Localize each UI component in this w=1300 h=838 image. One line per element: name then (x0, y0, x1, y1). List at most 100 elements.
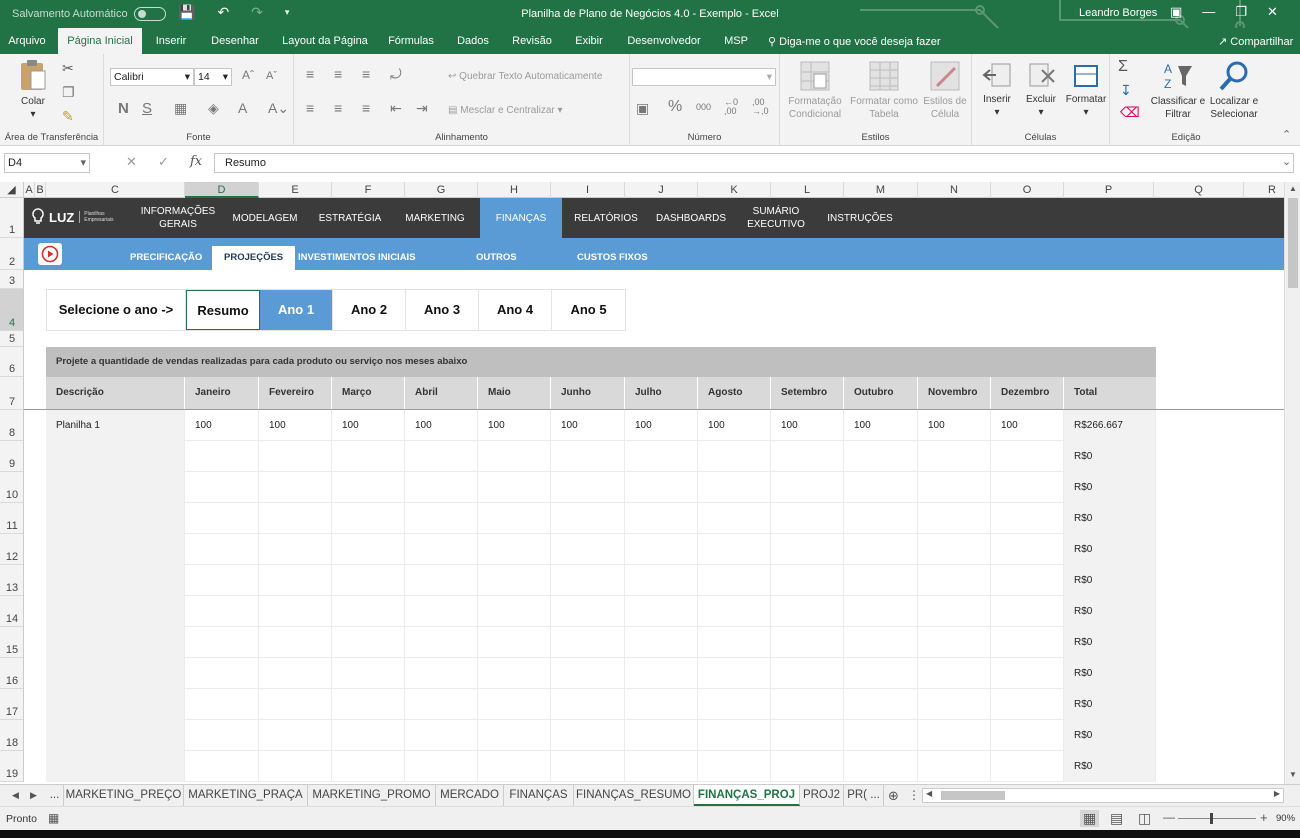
month-value-cell[interactable] (625, 751, 698, 782)
month-value-cell[interactable] (259, 596, 332, 627)
month-value-cell[interactable] (185, 658, 259, 689)
month-value-cell[interactable] (551, 472, 625, 503)
description-cell[interactable] (46, 441, 185, 472)
zoom-in-icon[interactable]: + (1260, 810, 1268, 825)
month-value-cell[interactable]: 100 (991, 410, 1064, 441)
month-value-cell[interactable]: 100 (551, 410, 625, 441)
bold-button[interactable]: N (118, 100, 129, 117)
month-value-cell[interactable] (185, 503, 259, 534)
month-value-cell[interactable] (771, 689, 844, 720)
month-value-cell[interactable] (698, 596, 771, 627)
month-value-cell[interactable]: 100 (625, 410, 698, 441)
column-header[interactable]: R (1244, 182, 1284, 198)
decrease-font-icon[interactable]: Aˇ (266, 70, 277, 82)
format-as-table-button[interactable]: Formatar como Tabela (848, 60, 920, 121)
month-value-cell[interactable] (844, 627, 918, 658)
zoom-slider[interactable] (1178, 813, 1256, 824)
month-value-cell[interactable] (478, 503, 551, 534)
month-value-cell[interactable] (332, 689, 405, 720)
align-bottom-icon[interactable]: ≡ (362, 66, 370, 82)
description-cell[interactable] (46, 689, 185, 720)
decrease-decimal-icon[interactable]: ,00 →,0 (752, 98, 769, 116)
month-value-cell[interactable] (771, 596, 844, 627)
cancel-icon[interactable]: ✕ (126, 154, 137, 170)
column-header-selected[interactable]: D (185, 182, 259, 198)
month-value-cell[interactable] (771, 441, 844, 472)
subnav-precificacao[interactable]: PRECIFICAÇÃO (130, 252, 202, 263)
paste-button[interactable]: Colar ▾ (10, 58, 56, 121)
percent-button[interactable]: % (668, 98, 682, 116)
row-header[interactable]: 5 (0, 331, 23, 347)
month-value-cell[interactable] (259, 503, 332, 534)
tab-splitter-icon[interactable]: ⋮ (908, 785, 920, 806)
month-value-cell[interactable] (698, 689, 771, 720)
subnav-custos-fixos[interactable]: CUSTOS FIXOS (577, 252, 648, 263)
horizontal-scrollbar[interactable]: ◀ ▶ (922, 788, 1284, 803)
autosave-toggle[interactable]: Salvamento Automático (12, 7, 166, 21)
month-value-cell[interactable] (771, 565, 844, 596)
row-header[interactable]: 6 (0, 347, 23, 377)
page-layout-view-icon[interactable]: ▤ (1110, 810, 1123, 827)
month-value-cell[interactable] (771, 720, 844, 751)
sheet-tab[interactable]: FINANÇAS (504, 785, 574, 806)
column-header[interactable]: E (259, 182, 332, 198)
description-cell[interactable] (46, 658, 185, 689)
user-name[interactable]: Leandro Borges (1079, 7, 1157, 19)
month-value-cell[interactable] (991, 596, 1064, 627)
month-value-cell[interactable] (405, 627, 478, 658)
month-value-cell[interactable] (478, 565, 551, 596)
month-value-cell[interactable]: 100 (844, 410, 918, 441)
row-header[interactable]: 18 (0, 720, 23, 751)
month-value-cell[interactable] (991, 658, 1064, 689)
align-center-icon[interactable]: ≡ (334, 100, 342, 116)
month-value-cell[interactable] (625, 658, 698, 689)
month-value-cell[interactable] (332, 658, 405, 689)
tab-desenhar[interactable]: Desenhar (205, 28, 265, 54)
month-value-cell[interactable] (259, 658, 332, 689)
total-cell[interactable]: R$0 (1064, 596, 1156, 627)
sheet-tab-more[interactable]: ... (46, 785, 64, 806)
scroll-right-icon[interactable]: ▶ (1274, 789, 1280, 798)
column-header[interactable]: I (551, 182, 625, 198)
month-value-cell[interactable] (478, 627, 551, 658)
nav-relatorios[interactable]: RELATÓRIOS (566, 198, 646, 238)
thousands-button[interactable]: 000 (696, 102, 711, 112)
column-header[interactable]: F (332, 182, 405, 198)
month-value-cell[interactable]: 100 (259, 410, 332, 441)
month-value-cell[interactable] (405, 751, 478, 782)
month-value-cell[interactable] (698, 534, 771, 565)
year-option-ano-2[interactable]: Ano 2 (333, 290, 406, 330)
toggle-switch[interactable] (133, 7, 166, 21)
month-value-cell[interactable] (918, 565, 991, 596)
month-value-cell[interactable] (405, 565, 478, 596)
month-value-cell[interactable] (185, 627, 259, 658)
month-value-cell[interactable] (698, 658, 771, 689)
month-value-cell[interactable] (918, 689, 991, 720)
sort-filter-button[interactable]: AZ Classificar e Filtrar (1150, 60, 1206, 121)
row-header[interactable]: 19 (0, 751, 23, 782)
nav-dashboards[interactable]: DASHBOARDS (650, 198, 732, 238)
month-value-cell[interactable] (625, 596, 698, 627)
month-value-cell[interactable] (259, 441, 332, 472)
description-cell[interactable] (46, 596, 185, 627)
page-break-view-icon[interactable]: ◫ (1138, 810, 1151, 827)
select-all-corner[interactable]: ◢ (0, 182, 24, 198)
nav-informacoes-gerais[interactable]: INFORMAÇÕES GERAIS (135, 198, 221, 238)
restore-icon[interactable]: ❐ (1235, 4, 1247, 20)
scroll-down-icon[interactable]: ▼ (1285, 770, 1300, 779)
month-value-cell[interactable] (551, 720, 625, 751)
tab-msp[interactable]: MSP (716, 28, 756, 54)
ribbon-display-icon[interactable]: ▣ (1170, 4, 1182, 20)
month-value-cell[interactable] (918, 627, 991, 658)
total-cell[interactable]: R$0 (1064, 658, 1156, 689)
zoom-level[interactable]: 90% (1276, 813, 1295, 824)
month-value-cell[interactable] (698, 472, 771, 503)
share-button[interactable]: ↗ Compartilhar (1218, 35, 1293, 48)
row-header-selected[interactable]: 4 (0, 289, 23, 331)
decrease-indent-icon[interactable]: ⇤ (390, 100, 402, 117)
month-value-cell[interactable] (478, 441, 551, 472)
orientation-icon[interactable]: ⤾ (390, 66, 402, 83)
row-header[interactable]: 14 (0, 596, 23, 627)
month-value-cell[interactable] (698, 627, 771, 658)
month-value-cell[interactable]: 100 (698, 410, 771, 441)
